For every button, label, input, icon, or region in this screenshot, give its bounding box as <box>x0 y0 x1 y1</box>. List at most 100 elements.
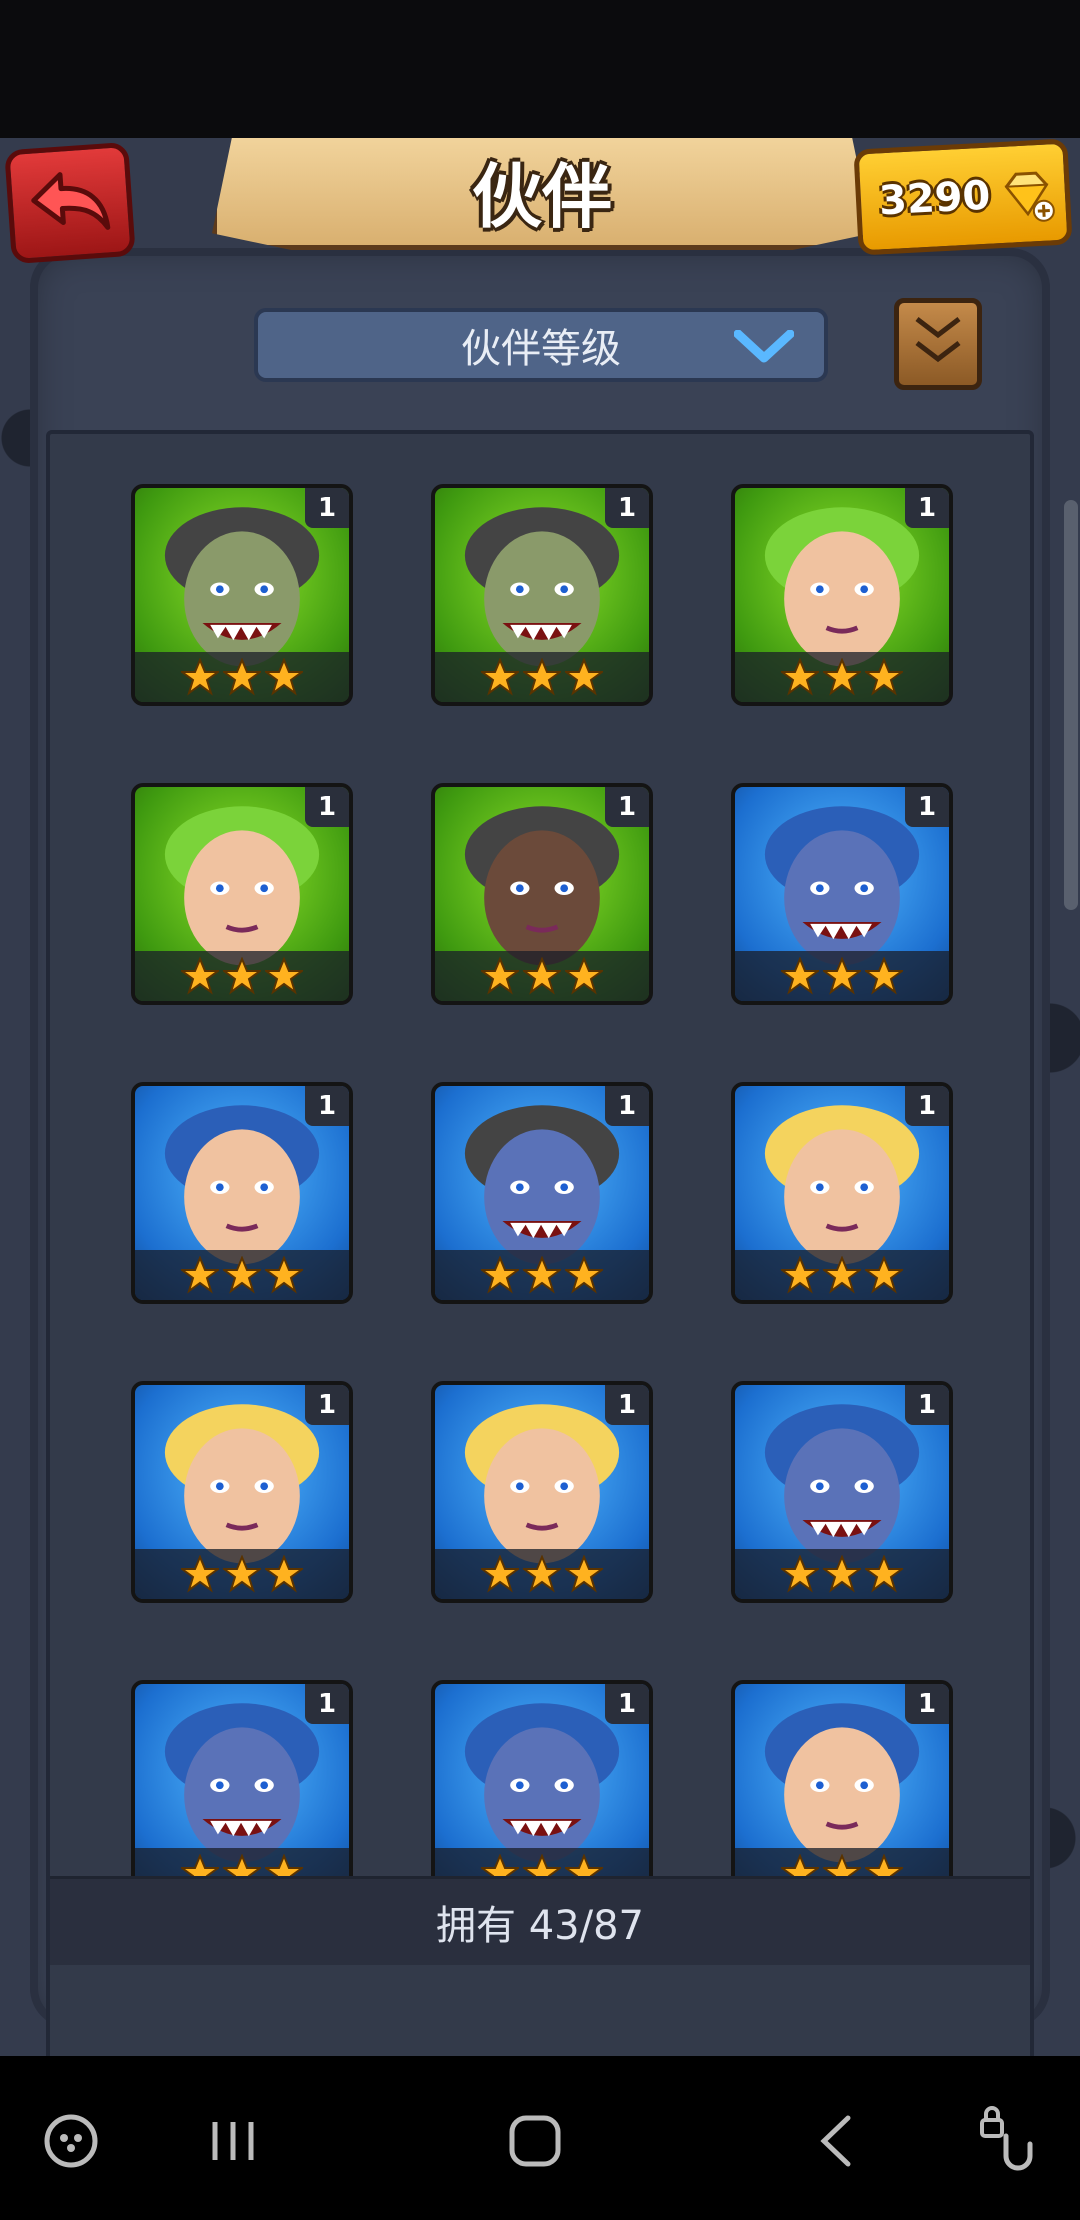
companion-card[interactable]: 1 <box>431 484 653 706</box>
companion-card[interactable]: 1 <box>431 1680 653 1902</box>
level-badge: 1 <box>305 1086 349 1126</box>
recent-apps-icon[interactable] <box>198 2106 268 2176</box>
game-launcher-icon[interactable] <box>36 2106 106 2176</box>
title-banner: 伙伴 <box>212 138 872 250</box>
level-badge: 1 <box>905 787 949 827</box>
companion-card[interactable]: 1 <box>131 1381 353 1603</box>
scroll-book-icon[interactable] <box>894 298 982 390</box>
level-badge: 1 <box>305 1385 349 1425</box>
gem-currency-button[interactable]: 3290 <box>853 138 1073 256</box>
star-icon <box>823 658 861 696</box>
back-arrow-icon <box>31 172 111 230</box>
star-icon <box>865 658 903 696</box>
star-icon <box>565 1555 603 1593</box>
star-icon <box>223 1555 261 1593</box>
companion-card[interactable]: 1 <box>431 1082 653 1304</box>
star-icon <box>265 658 303 696</box>
star-rating <box>435 1250 649 1300</box>
star-icon <box>481 658 519 696</box>
gem-plus-icon <box>1004 171 1055 222</box>
star-rating <box>135 1549 349 1599</box>
star-icon <box>481 1256 519 1294</box>
companion-card[interactable]: 1 <box>731 783 953 1005</box>
chevron-down-icon <box>734 330 794 363</box>
companion-card[interactable]: 1 <box>731 484 953 706</box>
level-badge: 1 <box>905 1086 949 1126</box>
level-badge: 1 <box>605 787 649 827</box>
star-rating <box>135 652 349 702</box>
touch-lock-icon[interactable] <box>972 2106 1042 2176</box>
star-icon <box>265 1555 303 1593</box>
star-icon <box>823 957 861 995</box>
companion-card[interactable]: 1 <box>731 1680 953 1902</box>
star-icon <box>181 957 219 995</box>
owned-count: 拥有 43/87 <box>436 1903 644 1949</box>
companion-card[interactable]: 1 <box>431 783 653 1005</box>
sort-dropdown[interactable]: 伙伴等级 <box>254 308 828 382</box>
companion-card[interactable]: 1 <box>731 1381 953 1603</box>
star-rating <box>135 951 349 1001</box>
star-icon <box>781 1555 819 1593</box>
star-icon <box>523 957 561 995</box>
star-icon <box>481 957 519 995</box>
star-icon <box>181 1555 219 1593</box>
star-icon <box>523 1555 561 1593</box>
star-icon <box>781 658 819 696</box>
level-badge: 1 <box>905 1385 949 1425</box>
star-icon <box>565 1256 603 1294</box>
level-badge: 1 <box>305 787 349 827</box>
star-rating <box>135 1250 349 1300</box>
back-icon[interactable] <box>802 2106 872 2176</box>
level-badge: 1 <box>305 488 349 528</box>
level-badge: 1 <box>605 488 649 528</box>
star-icon <box>565 658 603 696</box>
star-icon <box>865 1555 903 1593</box>
scrollbar[interactable] <box>1064 500 1078 910</box>
level-badge: 1 <box>605 1086 649 1126</box>
star-icon <box>823 1555 861 1593</box>
back-button[interactable] <box>4 141 136 265</box>
star-icon <box>223 957 261 995</box>
system-navbar <box>0 2056 1080 2220</box>
star-icon <box>181 658 219 696</box>
star-icon <box>223 658 261 696</box>
game-screen: 伙伴 3290 伙伴等级 1 1 1 1 1 1 1 1 1 1 1 1 1 1 1 拥有 43… <box>0 138 1080 2056</box>
level-badge: 1 <box>605 1385 649 1425</box>
star-rating <box>435 652 649 702</box>
star-icon <box>523 658 561 696</box>
gem-amount: 3290 <box>877 172 992 225</box>
home-icon[interactable] <box>500 2106 570 2176</box>
companion-card[interactable]: 1 <box>131 1082 353 1304</box>
owned-count-bar: 拥有 43/87 <box>50 1876 1030 1965</box>
star-icon <box>265 957 303 995</box>
level-badge: 1 <box>605 1684 649 1724</box>
page-title: 伙伴 <box>472 156 612 238</box>
companion-card[interactable]: 1 <box>431 1381 653 1603</box>
companion-card[interactable]: 1 <box>131 783 353 1005</box>
star-icon <box>781 957 819 995</box>
status-bar-area <box>0 0 1080 138</box>
level-badge: 1 <box>905 488 949 528</box>
level-badge: 1 <box>305 1684 349 1724</box>
star-icon <box>265 1256 303 1294</box>
sort-dropdown-label: 伙伴等级 <box>461 326 621 372</box>
star-rating <box>735 652 949 702</box>
star-icon <box>223 1256 261 1294</box>
star-icon <box>181 1256 219 1294</box>
star-icon <box>481 1555 519 1593</box>
companion-card[interactable]: 1 <box>731 1082 953 1304</box>
star-rating <box>735 1549 949 1599</box>
star-rating <box>435 1549 649 1599</box>
companion-grid: 1 1 1 1 1 1 1 1 1 1 1 1 1 1 1 <box>46 430 1034 2056</box>
star-rating <box>435 951 649 1001</box>
star-icon <box>865 957 903 995</box>
star-rating <box>735 1250 949 1300</box>
star-rating <box>735 951 949 1001</box>
star-icon <box>565 957 603 995</box>
star-icon <box>781 1256 819 1294</box>
star-icon <box>523 1256 561 1294</box>
star-icon <box>865 1256 903 1294</box>
companion-card[interactable]: 1 <box>131 1680 353 1902</box>
companion-card[interactable]: 1 <box>131 484 353 706</box>
level-badge: 1 <box>905 1684 949 1724</box>
